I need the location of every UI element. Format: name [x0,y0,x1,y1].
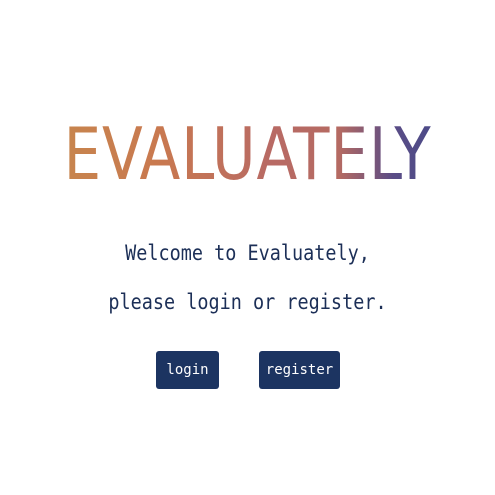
welcome-subheading: please login or register. [108,290,387,314]
register-button[interactable]: register [259,351,340,389]
brand-logo: EVALUATELY [20,118,475,190]
welcome-heading: Welcome to Evaluately, [125,241,370,265]
landing-page: EVALUATELY Welcome to Evaluately, please… [0,0,495,495]
login-button[interactable]: login [156,351,219,389]
